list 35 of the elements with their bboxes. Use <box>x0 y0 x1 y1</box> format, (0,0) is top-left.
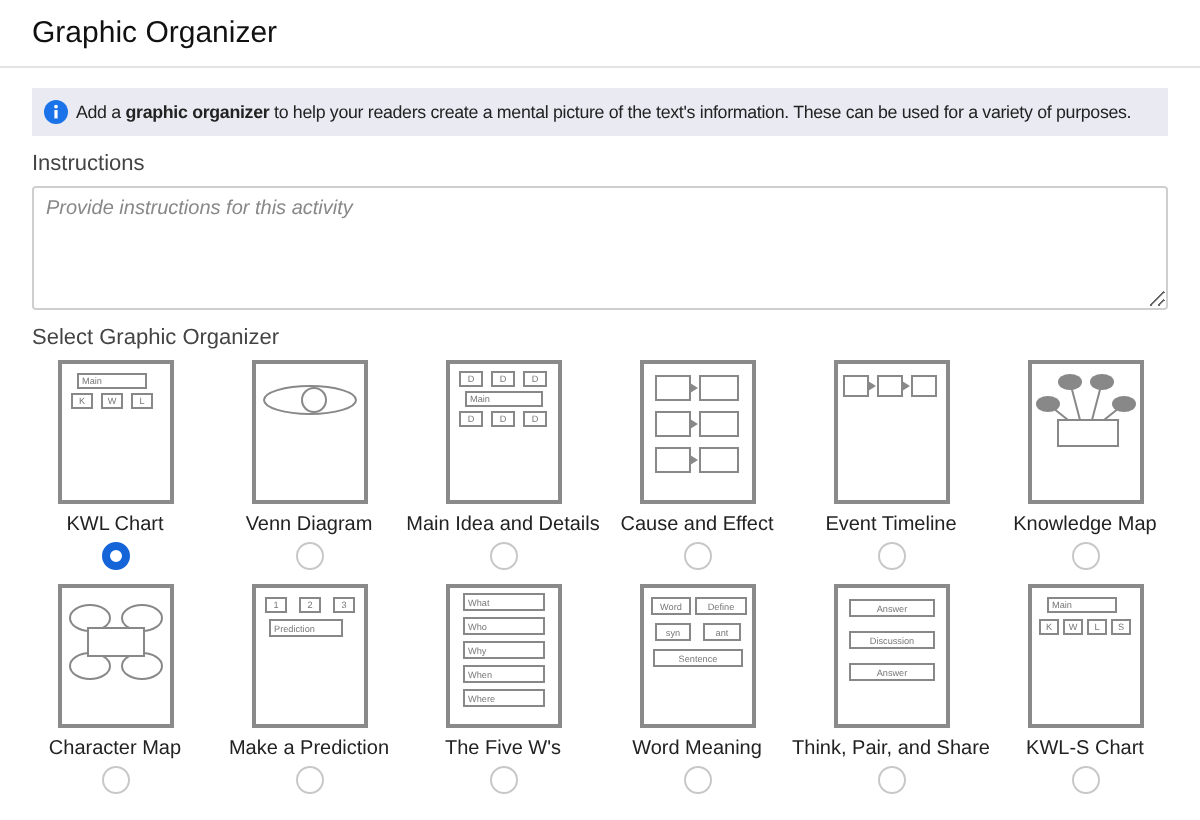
organizer-thumbnail[interactable] <box>639 360 755 504</box>
radio-button[interactable] <box>489 766 517 794</box>
radio-button[interactable] <box>1071 542 1099 570</box>
organizer-name: KWL-S Chart <box>1026 738 1144 760</box>
organizer-name: Think, Pair, and Share <box>792 738 990 760</box>
radio-button[interactable] <box>683 766 711 794</box>
page-title: Graphic Organizer <box>32 16 278 50</box>
instructions-label: Instructions <box>32 152 147 176</box>
organizer-name: Venn Diagram <box>245 514 373 536</box>
organizer-name: KWL Chart <box>66 514 164 536</box>
radio-button[interactable] <box>101 766 129 794</box>
radio-button[interactable] <box>683 542 711 570</box>
organizer-name: Main Idea and Details <box>406 514 600 536</box>
radio-button[interactable] <box>101 542 129 570</box>
organizer-name: Cause and Effect <box>620 514 774 536</box>
radio-button[interactable] <box>877 766 905 794</box>
select-organizer-label: Select Graphic Organizer <box>32 326 281 350</box>
organizer-thumbnail[interactable] <box>251 360 367 504</box>
info-text: Add a graphic organizer to help your readers create a mental picture of the text's information. These can be used for a variety of purposes. <box>76 102 1132 122</box>
radio-button[interactable] <box>1071 766 1099 794</box>
organizer-thumbnail[interactable] <box>1027 360 1143 504</box>
radio-button[interactable] <box>489 542 517 570</box>
organizer-name: Make a Prediction <box>228 738 390 760</box>
radio-button[interactable] <box>295 766 323 794</box>
organizer-name: Character Map <box>48 738 182 760</box>
organizer-name: The Five W's <box>444 738 562 760</box>
organizer-thumbnail[interactable] <box>833 360 949 504</box>
radio-button[interactable] <box>295 542 323 570</box>
organizer-thumbnail[interactable] <box>57 584 173 728</box>
organizer-name: Knowledge Map <box>1013 514 1157 536</box>
info-icon <box>44 100 68 124</box>
organizer-name: Word Meaning <box>632 738 762 760</box>
organizer-name: Event Timeline <box>825 514 957 536</box>
instructions-field[interactable]: Provide instructions for this activity <box>32 186 1168 310</box>
radio-button[interactable] <box>877 542 905 570</box>
